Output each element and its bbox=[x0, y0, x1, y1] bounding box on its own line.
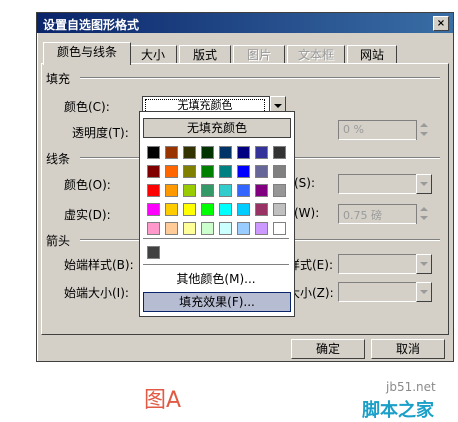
color-swatch[interactable] bbox=[147, 146, 160, 159]
color-swatch[interactable] bbox=[183, 203, 196, 216]
color-swatch[interactable] bbox=[201, 184, 214, 197]
cancel-button[interactable]: 取消 bbox=[371, 339, 445, 359]
color-swatch[interactable] bbox=[237, 165, 250, 178]
more-colors-item[interactable]: 其他颜色(M)... bbox=[143, 270, 289, 288]
dialog-title: 设置自选图形格式 bbox=[43, 18, 140, 32]
color-swatch[interactable] bbox=[165, 146, 178, 159]
no-fill-button[interactable]: 无填充颜色 bbox=[143, 118, 291, 138]
color-swatch[interactable] bbox=[237, 203, 250, 216]
fill-effects-item[interactable]: 填充效果(F)... bbox=[143, 292, 291, 312]
color-swatch[interactable] bbox=[255, 146, 268, 159]
color-swatch[interactable] bbox=[255, 184, 268, 197]
end-style-dropdown-arrow[interactable] bbox=[416, 254, 432, 274]
color-swatch[interactable] bbox=[237, 222, 250, 235]
color-swatch[interactable] bbox=[273, 146, 286, 159]
color-swatch[interactable] bbox=[183, 184, 196, 197]
line-style-dropdown[interactable] bbox=[338, 174, 418, 194]
color-swatch-grid bbox=[144, 144, 290, 240]
color-swatch[interactable] bbox=[147, 165, 160, 178]
color-swatch[interactable] bbox=[219, 222, 232, 235]
line-group-label: 线条 bbox=[46, 152, 71, 166]
close-button[interactable]: × bbox=[433, 16, 449, 31]
color-swatch[interactable] bbox=[201, 222, 214, 235]
watermark-url: jb51.net bbox=[386, 380, 436, 394]
color-swatch[interactable] bbox=[201, 146, 214, 159]
color-swatch[interactable] bbox=[237, 146, 250, 159]
color-picker-popup: 无填充颜色 其他颜色(M)... 填充效果(F)... bbox=[139, 111, 295, 317]
line-weight-label: (W): bbox=[294, 206, 320, 220]
begin-size-label: 始端大小(I): bbox=[64, 286, 129, 300]
end-size-dropdown-arrow[interactable] bbox=[416, 282, 432, 302]
transparency-field[interactable]: 0 % bbox=[338, 120, 418, 140]
arrows-group-label: 箭头 bbox=[46, 234, 71, 248]
line-weight-value: 0.75 磅 bbox=[343, 209, 382, 222]
color-swatch[interactable] bbox=[165, 222, 178, 235]
color-swatch[interactable] bbox=[219, 184, 232, 197]
recent-color-swatch[interactable] bbox=[147, 246, 160, 259]
color-swatch[interactable] bbox=[201, 165, 214, 178]
color-swatch[interactable] bbox=[219, 203, 232, 216]
color-swatch[interactable] bbox=[255, 165, 268, 178]
color-swatch[interactable] bbox=[273, 203, 286, 216]
line-color-label: 颜色(O): bbox=[64, 178, 111, 192]
popup-divider bbox=[143, 238, 289, 239]
color-swatch[interactable] bbox=[219, 146, 232, 159]
color-swatch[interactable] bbox=[165, 203, 178, 216]
color-swatch[interactable] bbox=[273, 184, 286, 197]
ok-button[interactable]: 确定 bbox=[291, 339, 365, 359]
transparency-label: 透明度(T): bbox=[72, 126, 129, 140]
color-swatch[interactable] bbox=[255, 203, 268, 216]
color-swatch[interactable] bbox=[201, 203, 214, 216]
tab-textbox[interactable]: 文本框 bbox=[287, 45, 345, 64]
color-swatch[interactable] bbox=[273, 222, 286, 235]
color-swatch[interactable] bbox=[183, 165, 196, 178]
color-swatch[interactable] bbox=[183, 146, 196, 159]
figure-caption: 图A bbox=[144, 388, 182, 413]
line-weight-field[interactable]: 0.75 磅 bbox=[338, 204, 418, 224]
end-size-dropdown[interactable] bbox=[338, 282, 418, 302]
color-swatch[interactable] bbox=[165, 184, 178, 197]
popup-divider bbox=[143, 264, 289, 265]
fill-divider bbox=[80, 77, 440, 79]
begin-style-label: 始端样式(B): bbox=[64, 258, 134, 272]
tab-size[interactable]: 大小 bbox=[129, 45, 177, 64]
fill-color-label: 颜色(C): bbox=[64, 100, 110, 114]
transparency-spinner[interactable] bbox=[416, 120, 431, 140]
dash-label: 虚实(D): bbox=[64, 208, 111, 222]
line-weight-spinner[interactable] bbox=[416, 204, 431, 224]
tab-picture[interactable]: 图片 bbox=[233, 45, 285, 64]
color-swatch[interactable] bbox=[147, 222, 160, 235]
color-swatch[interactable] bbox=[147, 203, 160, 216]
line-style-dropdown-arrow[interactable] bbox=[416, 174, 432, 194]
transparency-value: 0 % bbox=[343, 123, 364, 136]
color-swatch[interactable] bbox=[273, 165, 286, 178]
fill-group-label: 填充 bbox=[46, 72, 71, 86]
tab-colors-and-lines[interactable]: 颜色与线条 bbox=[43, 42, 131, 65]
watermark-text: 脚本之家 bbox=[362, 400, 434, 421]
end-style-dropdown[interactable] bbox=[338, 254, 418, 274]
title-bar[interactable]: 设置自选图形格式 × bbox=[37, 13, 453, 33]
color-swatch[interactable] bbox=[165, 165, 178, 178]
tab-layout[interactable]: 版式 bbox=[179, 45, 231, 64]
color-swatch[interactable] bbox=[183, 222, 196, 235]
color-swatch[interactable] bbox=[237, 184, 250, 197]
color-swatch[interactable] bbox=[147, 184, 160, 197]
color-swatch[interactable] bbox=[255, 222, 268, 235]
line-style-label: (S): bbox=[294, 176, 316, 190]
tab-web[interactable]: 网站 bbox=[347, 45, 397, 64]
color-swatch[interactable] bbox=[219, 165, 232, 178]
